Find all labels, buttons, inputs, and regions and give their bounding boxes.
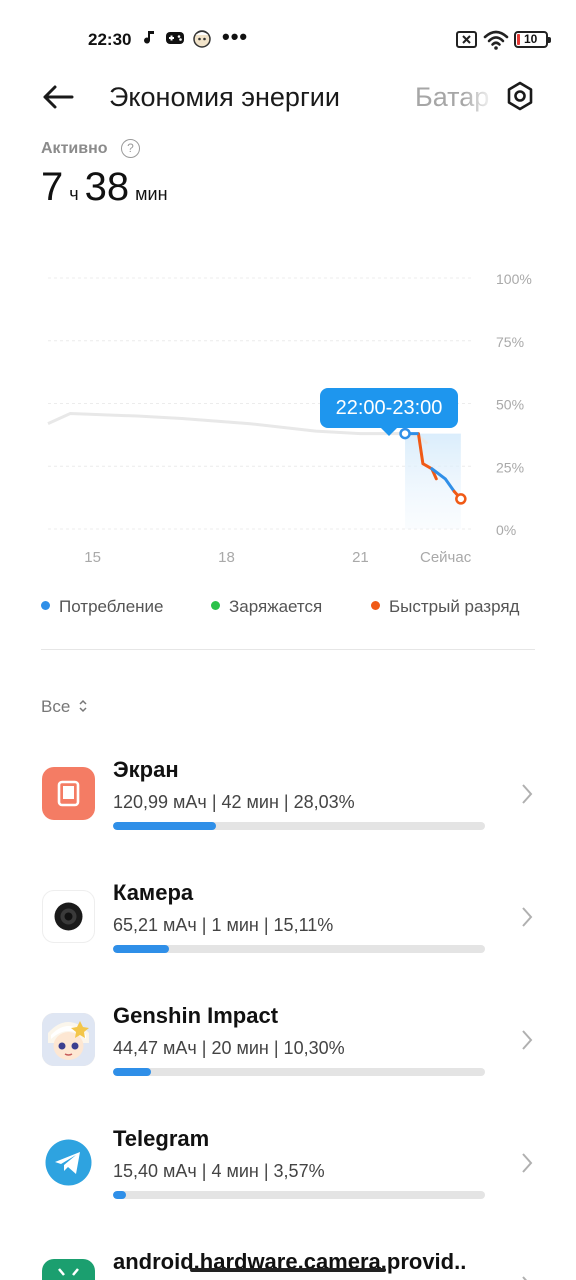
chevron-right-icon [522,1276,528,1280]
legend-label: Заряжается [229,597,323,616]
usage-bar [113,822,485,830]
list-item[interactable]: Экран 120,99 мАч | 42 мин | 28,03% [0,755,576,865]
hours-unit: ч [69,184,79,204]
chevron-right-icon [522,1153,533,1173]
x-tick-label: Сейчас [420,549,472,566]
tab-battery[interactable]: Батар [415,82,495,113]
battery-icon: 10 [514,31,551,48]
legend-charging: Заряжается [211,597,322,617]
page-title: Экономия энергии [109,82,340,112]
legend-dot-consumption [41,601,50,610]
app-stats: 44,47 мАч | 20 мин | 10,30% [113,1038,345,1058]
battery-level: 10 [524,32,538,46]
list-item[interactable]: android.hardware.camera.provid.. [0,1247,576,1280]
legend-label: Потребление [59,597,164,616]
y-tick-label: 0% [496,522,516,538]
sim-off-icon [456,31,477,48]
legend-fast-drain: Быстрый разряд [371,597,519,617]
home-indicator[interactable] [190,1268,386,1272]
minutes-unit: мин [135,184,168,204]
telegram-icon [42,1136,95,1189]
y-tick-label: 100% [496,271,532,287]
y-tick-label: 50% [496,397,524,413]
music-note-icon [144,31,154,44]
usage-bar [113,1068,485,1076]
settings-gear-icon[interactable] [504,80,536,112]
genshin-impact-icon [42,1013,95,1066]
legend-label: Быстрый разряд [389,597,520,616]
status-time: 22:30 [88,30,132,49]
wifi-icon [483,30,509,50]
filter-label: Все [41,697,71,716]
legend-dot-charging [211,601,220,610]
x-tick-label: 18 [218,549,235,566]
y-tick-label: 25% [496,459,524,475]
android-icon [42,1259,95,1280]
camera-icon [42,890,95,943]
end-marker[interactable] [455,493,467,505]
y-tick-label: 75% [496,334,524,350]
filter-dropdown[interactable]: Все [41,697,88,717]
list-item[interactable]: Камера 65,21 мАч | 1 мин | 15,11% [0,878,576,988]
usage-bar [113,945,485,953]
app-name: Экран [113,757,179,782]
active-hours: 7 [41,165,64,209]
app-name: Камера [113,880,194,905]
active-minutes: 38 [84,165,130,209]
app-name: Genshin Impact [113,1003,279,1028]
legend-dot-fast-drain [371,601,380,610]
selected-hour-area [405,433,461,529]
sort-toggle-icon [79,699,87,713]
chevron-right-icon [522,907,533,927]
back-arrow-icon[interactable] [40,80,80,116]
usage-bar [113,1191,485,1199]
x-tick-label: 21 [352,549,369,566]
divider [41,649,535,650]
usage-bar-fill [113,1068,151,1076]
active-label: Активно [41,140,108,157]
app-stats: 65,21 мАч | 1 мин | 15,11% [113,915,334,935]
app-name: Telegram [113,1126,210,1151]
app-stats: 15,40 мАч | 4 мин | 3,57% [113,1161,325,1181]
status-bar: 22:30 ••• 10 [0,0,576,80]
start-marker[interactable] [399,427,411,440]
more-dots-icon: ••• [222,24,249,49]
chevron-right-icon [522,1030,533,1050]
usage-bar-fill [113,945,169,953]
battery-usage-chart[interactable]: 100% 75% 50% 25% 0% 15 18 21 Сейчас [0,255,576,575]
list-item[interactable]: Telegram 15,40 мАч | 4 мин | 3,57% [0,1124,576,1234]
screen-icon [42,767,95,820]
gamepad-icon [166,32,184,44]
chevron-right-icon [522,784,533,804]
help-icon[interactable]: ? [121,139,140,158]
app-stats: 120,99 мАч | 42 мин | 28,03% [113,792,355,812]
x-tick-label: 15 [84,549,101,566]
active-duration: 7 ч 38 мин [41,165,174,210]
usage-bar-fill [113,1191,127,1199]
list-item[interactable]: Genshin Impact 44,47 мАч | 20 мин | 10,3… [0,1001,576,1111]
chart-tooltip: 22:00-23:00 [320,388,458,436]
genshin-notification-icon [193,30,211,48]
usage-bar-fill [113,822,217,830]
legend-consumption: Потребление [41,597,164,617]
